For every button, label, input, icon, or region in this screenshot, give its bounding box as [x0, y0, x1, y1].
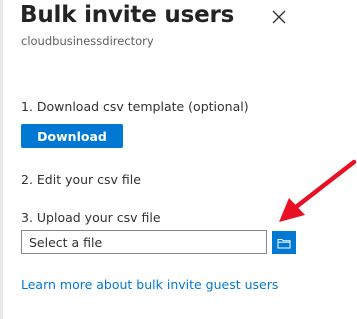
- file-input-text: Select a file: [29, 234, 103, 250]
- page-subtitle: cloudbusinessdirectory: [21, 34, 154, 48]
- folder-icon: [277, 238, 291, 248]
- browse-file-button[interactable]: [272, 231, 296, 254]
- step-3-label: 3. Upload your csv file: [21, 210, 161, 225]
- close-icon: [272, 10, 286, 24]
- page-title: Bulk invite users: [20, 2, 235, 28]
- step-1-label: 1. Download csv template (optional): [21, 99, 249, 114]
- step-2-label: 2. Edit your csv file: [21, 172, 141, 187]
- learn-more-link[interactable]: Learn more about bulk invite guest users: [21, 277, 278, 292]
- file-input[interactable]: Select a file: [21, 230, 267, 254]
- close-button[interactable]: [268, 6, 290, 28]
- panel-left-border: [0, 0, 3, 319]
- download-button[interactable]: Download: [21, 124, 123, 148]
